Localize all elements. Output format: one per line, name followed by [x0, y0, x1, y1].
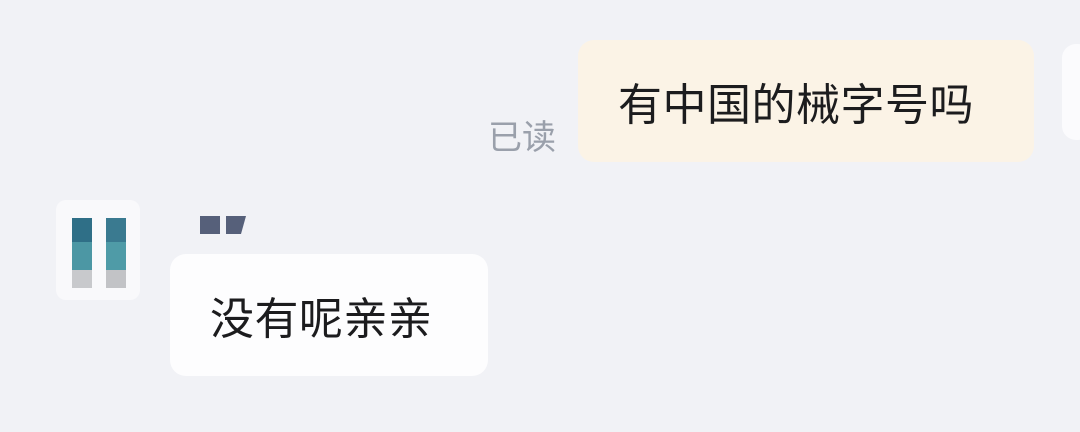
avatar-pixel: [106, 218, 126, 242]
name-pixel: [226, 216, 246, 234]
incoming-message-text: 没有呢亲亲: [210, 294, 433, 345]
avatar-pixel: [106, 242, 126, 270]
read-receipt: 已读: [488, 118, 556, 158]
avatar-pixel: [72, 218, 92, 242]
avatar-pixel: [72, 242, 92, 270]
avatar-pixel: [106, 270, 126, 288]
incoming-message-bubble[interactable]: 没有呢亲亲: [170, 254, 488, 376]
partial-panel-edge: [1062, 44, 1080, 140]
name-pixel: [200, 216, 220, 234]
outgoing-message-text: 有中国的械字号吗: [618, 80, 974, 131]
sender-avatar[interactable]: [56, 200, 140, 300]
sender-name-pixelated: [200, 216, 270, 234]
avatar-pixel: [72, 270, 92, 288]
outgoing-message-bubble[interactable]: 有中国的械字号吗: [578, 40, 1034, 162]
chat-area: 已读 有中国的械字号吗 没有呢亲亲: [0, 0, 1080, 432]
